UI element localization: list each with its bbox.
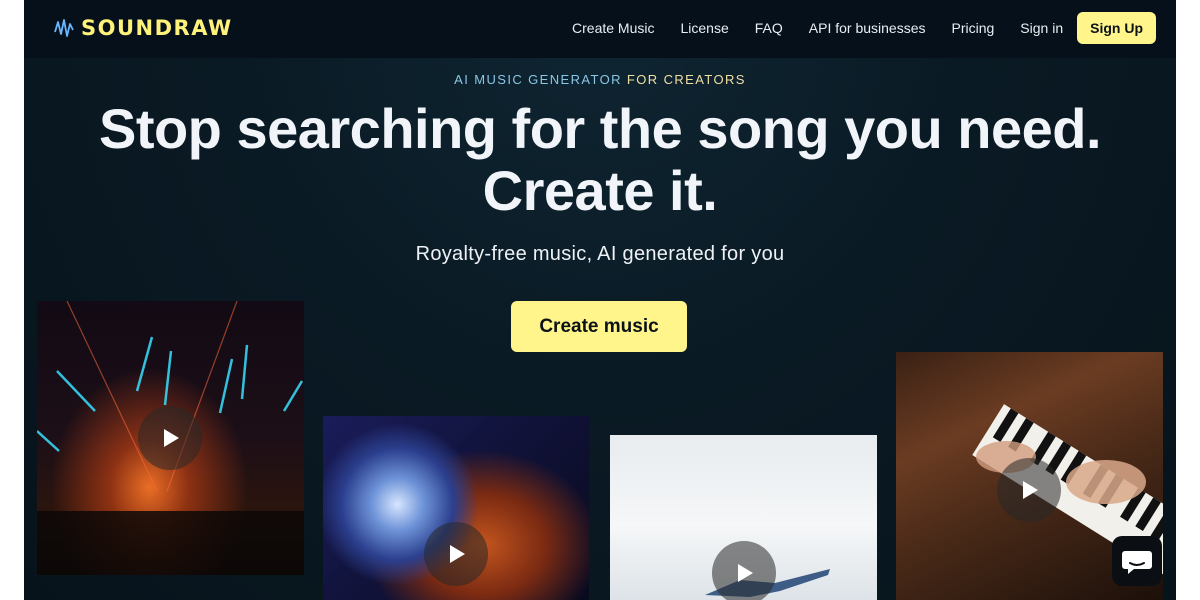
hero-headline: Stop searching for the song you need. Cr… [24, 98, 1176, 222]
nav-faq[interactable]: FAQ [755, 12, 783, 44]
nav-api-for-businesses[interactable]: API for businesses [809, 12, 926, 44]
chat-widget-button[interactable] [1112, 536, 1162, 586]
nav-create-music[interactable]: Create Music [572, 12, 654, 44]
top-navigation-bar: SOUNDRAW Create Music License FAQ API fo… [24, 0, 1176, 58]
play-icon[interactable] [712, 541, 776, 600]
play-icon[interactable] [424, 522, 488, 586]
chat-bubble-icon [1122, 551, 1152, 574]
eyebrow-part-2: FOR CREATORS [621, 72, 746, 87]
brand-logo[interactable]: SOUNDRAW [54, 16, 233, 40]
brand-name: SOUNDRAW [81, 16, 233, 40]
create-music-button[interactable]: Create music [511, 301, 687, 352]
nav-license[interactable]: License [680, 12, 728, 44]
play-icon[interactable] [138, 406, 202, 470]
sign-up-button[interactable]: Sign Up [1077, 12, 1156, 44]
card-disco-ball-singer[interactable] [323, 416, 589, 600]
card-concert-lights[interactable] [37, 301, 304, 575]
nav-sign-in[interactable]: Sign in [1020, 12, 1063, 44]
card-dancer-white-corridor[interactable] [610, 435, 877, 600]
hero-subheadline: Royalty-free music, AI generated for you [415, 243, 785, 265]
main-nav: Create Music License FAQ API for busines… [546, 12, 1156, 44]
eyebrow-part-1: AI MUSIC GENERATOR [454, 72, 622, 87]
headline-line-1: Stop searching for the song you need. [98, 97, 1102, 160]
play-icon[interactable] [997, 458, 1061, 522]
headline-line-2: Create it. [482, 159, 718, 222]
landing-page: SOUNDRAW Create Music License FAQ API fo… [24, 0, 1176, 600]
hero-eyebrow: AI MUSIC GENERATOR FOR CREATORS [24, 72, 1176, 87]
soundwave-icon [54, 19, 74, 37]
nav-pricing[interactable]: Pricing [952, 12, 995, 44]
